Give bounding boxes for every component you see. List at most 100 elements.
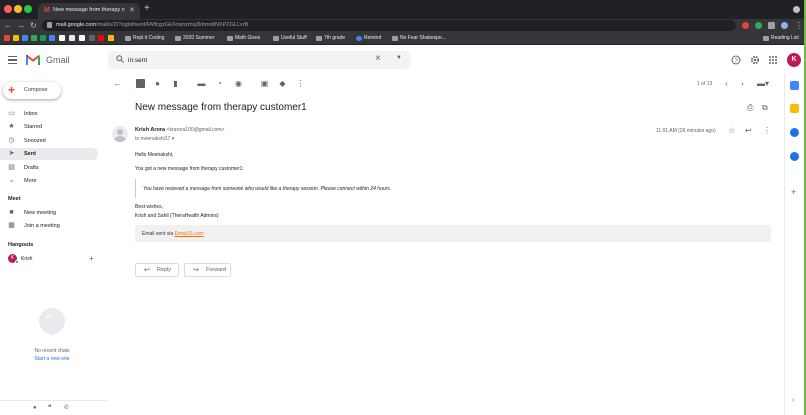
- bookmark-icon[interactable]: [49, 35, 55, 41]
- report-spam-icon[interactable]: ●: [153, 79, 162, 88]
- bookmark-remind[interactable]: Remind: [356, 35, 381, 41]
- minimize-window-button[interactable]: [14, 5, 22, 13]
- reply-button[interactable]: ↩ Reply: [135, 263, 179, 277]
- keyboard-icon: ▦: [8, 222, 15, 229]
- bookmark-icon[interactable]: [89, 35, 95, 41]
- search-bar[interactable]: × ▼: [108, 51, 411, 69]
- hangouts-user-name[interactable]: Krish: [21, 256, 32, 262]
- new-tab-button[interactable]: +: [144, 4, 150, 14]
- emailjs-link[interactable]: EmailJS.com: [175, 231, 204, 237]
- search-options-icon[interactable]: ▼: [396, 55, 402, 61]
- snooze-icon[interactable]: ◔: [215, 79, 224, 88]
- close-window-button[interactable]: [4, 5, 12, 13]
- search-icon[interactable]: [116, 55, 124, 63]
- apps-grid-icon[interactable]: [768, 55, 778, 65]
- contacts-icon[interactable]: [790, 152, 799, 161]
- hide-panel-chevron-icon[interactable]: ›: [792, 397, 794, 404]
- label-icon[interactable]: ◆: [278, 79, 287, 88]
- account-avatar[interactable]: K: [787, 53, 801, 67]
- input-tools-icon[interactable]: ▬▾: [756, 79, 770, 88]
- bookmark-folder-useful-stuff[interactable]: Useful Stuff: [273, 35, 307, 41]
- forward-button[interactable]: ↪ Forward: [184, 263, 231, 277]
- calendar-icon[interactable]: [790, 81, 799, 90]
- browser-tab[interactable]: M New message from therapy cu ✕: [38, 3, 140, 19]
- maximize-window-button[interactable]: [24, 5, 32, 13]
- bookmark-icon[interactable]: [59, 35, 65, 41]
- forward-arrow-icon[interactable]: →: [17, 20, 25, 31]
- search-input[interactable]: [128, 53, 368, 67]
- add-to-tasks-icon[interactable]: ◉: [234, 79, 243, 88]
- close-tab-icon[interactable]: ✕: [129, 6, 135, 14]
- older-chevron-icon[interactable]: ‹: [722, 79, 731, 88]
- bookmark-icon[interactable]: [13, 35, 19, 41]
- person-icon[interactable]: ●: [33, 405, 37, 412]
- new-meeting-link[interactable]: ■ New meeting: [0, 207, 98, 219]
- sidebar-item-snoozed[interactable]: ◷ Snoozed: [0, 135, 98, 147]
- keep-icon[interactable]: [790, 104, 799, 113]
- clear-search-icon[interactable]: ×: [375, 53, 381, 65]
- sidebar-item-inbox[interactable]: ▭ Inbox: [0, 108, 98, 120]
- bookmark-folder-2020-summer[interactable]: 2020 Summer: [175, 35, 214, 41]
- mark-unread-icon[interactable]: ▬: [197, 79, 206, 88]
- sidebar-item-starred[interactable]: ★ Starred: [0, 121, 98, 133]
- bookmark-icon[interactable]: [40, 35, 46, 41]
- join-meeting-link[interactable]: ▦ Join a meeting: [0, 220, 98, 232]
- reading-list-button[interactable]: Reading List: [763, 35, 799, 41]
- sidebar-item-drafts[interactable]: ▤ Drafts: [0, 162, 98, 174]
- sender-name[interactable]: Krish Arora <krarora100@gmail.com>: [135, 127, 224, 133]
- profile-avatar[interactable]: [781, 22, 788, 29]
- print-icon[interactable]: ⎙: [747, 103, 753, 112]
- phone-icon[interactable]: ✆: [64, 405, 69, 412]
- bookmark-icon[interactable]: [79, 35, 85, 41]
- open-new-window-icon[interactable]: ⧉: [762, 103, 768, 112]
- body-signature: Krish and Sahil (TheraHealth Admins): [135, 213, 219, 219]
- bookmark-icon[interactable]: [69, 35, 75, 41]
- add-chat-icon[interactable]: +: [89, 254, 94, 263]
- sidebar-item-sent[interactable]: ➤ Sent: [0, 148, 98, 160]
- recipient-line[interactable]: to meenakshi17 ▾: [135, 136, 174, 142]
- get-addons-icon[interactable]: +: [791, 188, 796, 197]
- address-bar[interactable]: mail.google.com/mail/u/2/?ogbl#sent/FMfc…: [42, 20, 736, 31]
- message-more-icon[interactable]: ⋮: [763, 126, 771, 135]
- bookmark-icon[interactable]: [4, 35, 10, 41]
- main-menu-icon[interactable]: [8, 56, 17, 64]
- archive-icon[interactable]: [136, 79, 145, 88]
- more-options-icon[interactable]: ⋮: [296, 79, 305, 88]
- bookmark-replit[interactable]: Repl.it Coding: [125, 35, 164, 41]
- reply-icon[interactable]: ↩: [745, 126, 752, 135]
- start-new-chat-link[interactable]: Start a new one: [0, 356, 104, 362]
- youtube-bookmark-icon[interactable]: [98, 35, 104, 41]
- gmail-logo-icon: [26, 55, 40, 65]
- extension-icon[interactable]: [755, 22, 762, 29]
- body-greeting: Hello Meenakshi,: [135, 152, 174, 158]
- bookmarks-bar: Repl.it Coding 2020 Summer Math Gives Us…: [0, 32, 804, 45]
- reload-icon[interactable]: ↻: [30, 20, 37, 31]
- bookmark-icon[interactable]: [22, 35, 28, 41]
- star-toggle-icon[interactable]: ☆: [728, 126, 735, 135]
- join-meeting-label: Join a meeting: [24, 223, 60, 229]
- bookmark-folder-math-gives[interactable]: Math Gives: [227, 35, 260, 41]
- help-icon[interactable]: ?: [731, 55, 741, 65]
- bookmark-no-fear-shakespeare[interactable]: No Fear Shakespe...: [392, 35, 446, 41]
- sidebar-item-more[interactable]: ⌄ More: [0, 175, 98, 187]
- back-to-list-icon[interactable]: ←: [113, 79, 122, 88]
- compose-button[interactable]: + Compose: [3, 82, 61, 99]
- tab-search-icon[interactable]: [793, 6, 800, 13]
- newer-chevron-icon[interactable]: ›: [738, 79, 747, 88]
- delete-icon[interactable]: ▮: [171, 79, 180, 88]
- bookmark-icon[interactable]: [108, 35, 114, 41]
- chat-quote-icon[interactable]: ❝: [48, 405, 51, 412]
- back-arrow-icon[interactable]: ←: [4, 20, 12, 31]
- body-signoff: Best wishes,: [135, 204, 164, 210]
- tasks-icon[interactable]: [790, 128, 799, 137]
- extension-icon[interactable]: [742, 22, 749, 29]
- bookmark-folder-7th-grade[interactable]: 7th grade: [316, 35, 345, 41]
- side-panel: + ›: [784, 74, 804, 415]
- move-to-icon[interactable]: ▣: [260, 79, 269, 88]
- browser-menu-icon[interactable]: ⋮: [795, 20, 803, 31]
- url-text: mail.google.com/mail/u/2/?ogbl#sent/FMfc…: [56, 22, 249, 28]
- bookmark-icon[interactable]: [31, 35, 37, 41]
- sidebar-item-label: Sent: [24, 151, 36, 157]
- puzzle-extensions-icon[interactable]: [768, 22, 775, 29]
- settings-gear-icon[interactable]: [750, 55, 760, 65]
